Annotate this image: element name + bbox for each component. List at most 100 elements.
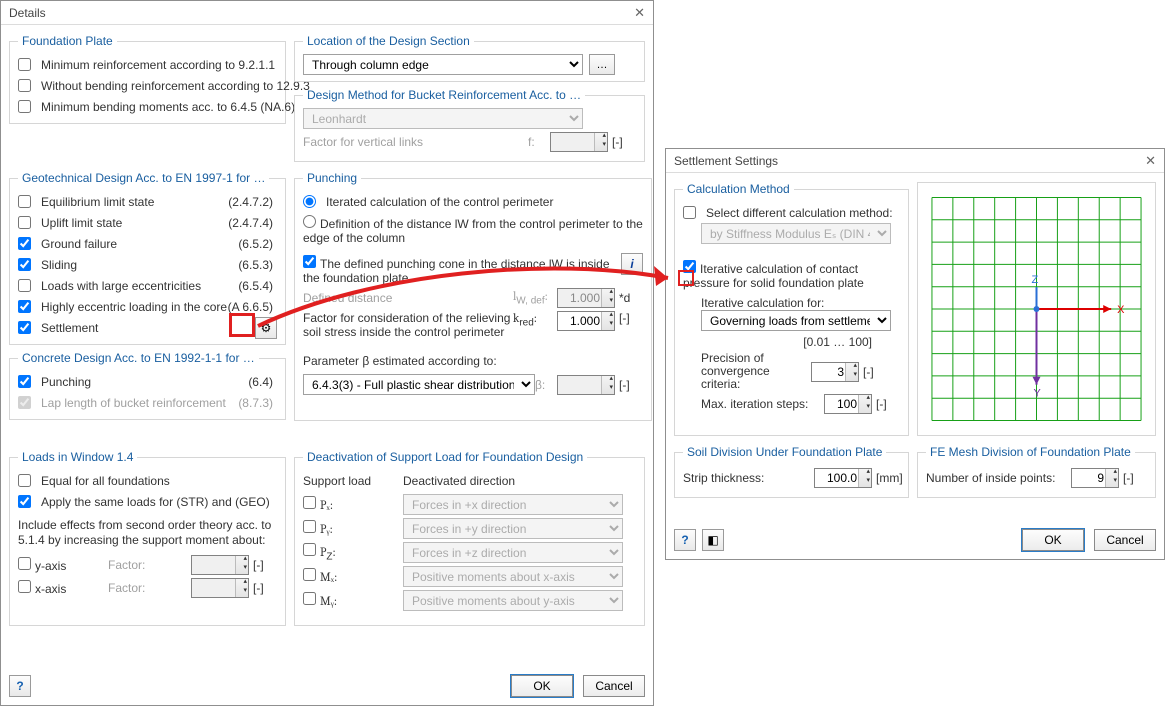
fp-label-0: Minimum reinforcement according to 9.2.1… (41, 58, 275, 72)
factor-label-y: Factor: (108, 558, 156, 572)
max-iter-unit: [-] (872, 397, 900, 411)
units-icon[interactable]: ◧ (702, 529, 724, 551)
geo-check-4[interactable]: Loads with large eccentricities (18, 279, 201, 293)
details-title: Details (9, 6, 46, 20)
deact-p-4: Mᵧ: (320, 594, 337, 608)
y-factor-unit: [-] (249, 558, 277, 572)
select-diff-method-check[interactable]: Select different calculation method: (683, 206, 893, 220)
f-unit: [-] (608, 135, 636, 149)
conc-label-1: Lap length of bucket reinforcement (41, 396, 226, 410)
cancel-button[interactable]: Cancel (1094, 529, 1156, 551)
deact-check-0[interactable]: Pₓ: (303, 496, 403, 513)
factor-vertical-links-label: Factor for vertical links (303, 135, 528, 149)
deact-check-3[interactable]: Mₓ: (303, 568, 403, 585)
max-iter-input[interactable] (824, 394, 872, 414)
conc-check-0[interactable]: Punching (18, 375, 91, 389)
details-titlebar: Details ✕ (1, 1, 653, 25)
geo-check-5[interactable]: Highly eccentric loading in the core (18, 300, 227, 314)
cancel-button[interactable]: Cancel (583, 675, 645, 697)
geo-label-6: Settlement (41, 321, 98, 335)
defined-cone-label: The defined punching cone in the distanc… (303, 257, 610, 285)
punching-group: Punching Iterated calculation of the con… (294, 171, 652, 421)
param-beta-select[interactable]: 6.4.3(3) - Full plastic shear distributi… (303, 374, 535, 395)
ok-button[interactable]: OK (511, 675, 573, 697)
deact-check-1[interactable]: Pᵧ: (303, 520, 403, 537)
geo-ref-1: (2.4.7.4) (228, 216, 277, 230)
deact-check-2[interactable]: PZ: (303, 543, 403, 562)
design-method-group: Design Method for Bucket Reinforcement A… (294, 88, 645, 162)
kred-input[interactable] (557, 311, 615, 331)
y-factor-input (191, 555, 249, 575)
beta-input (557, 375, 615, 395)
equal-foundations-label: Equal for all foundations (41, 474, 170, 488)
definition-radio[interactable]: Definition of the distance lW from the c… (303, 212, 643, 245)
x-factor-unit: [-] (249, 581, 277, 595)
help-icon[interactable]: ? (674, 529, 696, 551)
geo-check-2[interactable]: Ground failure (18, 237, 117, 251)
conc-ref-0: (6.4) (248, 375, 277, 389)
deact-select-2: Forces in +z direction (403, 542, 623, 563)
fp-check-1[interactable]: Without bending reinforcement according … (18, 79, 310, 93)
geo-check-3[interactable]: Sliding (18, 258, 77, 272)
beta-unit: [-] (615, 378, 643, 392)
y-axis-check[interactable]: y-axis (18, 557, 108, 573)
lw-unit: *d (615, 291, 643, 305)
apply-same-loads-label: Apply the same loads for (STR) and (GEO) (41, 495, 270, 509)
kred-label: Factor for consideration of the relievin… (303, 311, 513, 339)
svg-text:Y: Y (1034, 388, 1042, 400)
location-more-button[interactable]: … (589, 54, 615, 75)
strip-thickness-input[interactable] (814, 468, 872, 488)
fp-check-2[interactable]: Minimum bending moments acc. to 6.4.5 (N… (18, 100, 295, 114)
close-icon[interactable]: ✕ (634, 5, 645, 21)
geo-ref-0: (2.4.7.2) (228, 195, 277, 209)
location-group: Location of the Design Section Through c… (294, 34, 645, 82)
geo-check-1[interactable]: Uplift limit state (18, 216, 122, 230)
fp-check-0[interactable]: Minimum reinforcement according to 9.2.1… (18, 58, 275, 72)
iterated-radio[interactable]: Iterated calculation of the control peri… (303, 195, 553, 209)
geo-label-5: Highly eccentric loading in the core (41, 300, 227, 314)
strip-thickness-label: Strip thickness: (683, 471, 814, 485)
deact-p-3: Mₓ: (320, 570, 337, 584)
svg-text:Z: Z (1032, 274, 1039, 286)
definition-label: Definition of the distance lW from the c… (303, 217, 643, 245)
geo-check-0[interactable]: Equilibrium limit state (18, 195, 154, 209)
fp-label-1: Without bending reinforcement according … (41, 79, 310, 93)
location-select[interactable]: Through column edge (303, 54, 583, 75)
info-icon[interactable]: i (621, 253, 643, 275)
geo-label-1: Uplift limit state (41, 216, 122, 230)
settlement-settings-button[interactable]: ⚙ (255, 317, 277, 339)
factor-label-x: Factor: (108, 581, 156, 595)
precision-label: Precision of convergence criteria: (701, 352, 811, 391)
f-input (550, 132, 608, 152)
deact-p-2: PZ: (320, 545, 336, 559)
geo-label-3: Sliding (41, 258, 77, 272)
lw-symbol: lW, def: (513, 289, 557, 306)
geo-ref-2: (6.5.2) (238, 237, 277, 251)
f-symbol: f: (528, 135, 550, 149)
conc-ref-1: (8.7.3) (238, 396, 277, 410)
deactivation-group: Deactivation of Support Load for Foundat… (294, 450, 645, 626)
deactivated-direction-header: Deactivated direction (403, 474, 515, 488)
support-load-header: Support load (303, 474, 403, 488)
calc-method-select: by Stiffness Modulus Eₛ (DIN 401… (701, 223, 891, 244)
fp-label-2: Minimum bending moments acc. to 6.4.5 (N… (41, 100, 295, 114)
apply-same-loads-check[interactable]: Apply the same loads for (STR) and (GEO) (18, 495, 270, 509)
defined-cone-check[interactable]: The defined punching cone in the distanc… (303, 253, 621, 285)
geo-check-6[interactable]: Settlement (18, 321, 98, 335)
precision-input[interactable] (811, 362, 859, 382)
governing-loads-select[interactable]: Governing loads from settlement (701, 310, 891, 331)
equal-foundations-check[interactable]: Equal for all foundations (18, 474, 170, 488)
ok-button[interactable]: OK (1022, 529, 1084, 551)
close-icon[interactable]: ✕ (1145, 153, 1156, 169)
deact-check-4[interactable]: Mᵧ: (303, 592, 403, 609)
deactivation-legend: Deactivation of Support Load for Foundat… (303, 450, 587, 464)
iterative-contact-check[interactable]: Iterative calculation of contact pressur… (683, 258, 900, 290)
soil-division-legend: Soil Division Under Foundation Plate (683, 445, 886, 459)
x-axis-check[interactable]: x-axis (18, 580, 108, 596)
loads-group: Loads in Window 1.4 Equal for all founda… (9, 450, 286, 626)
geo-ref-3: (6.5.3) (238, 258, 277, 272)
help-icon[interactable]: ? (9, 675, 31, 697)
inside-points-input[interactable] (1071, 468, 1119, 488)
settlement-title: Settlement Settings (674, 154, 778, 168)
conc-label-0: Punching (41, 375, 91, 389)
